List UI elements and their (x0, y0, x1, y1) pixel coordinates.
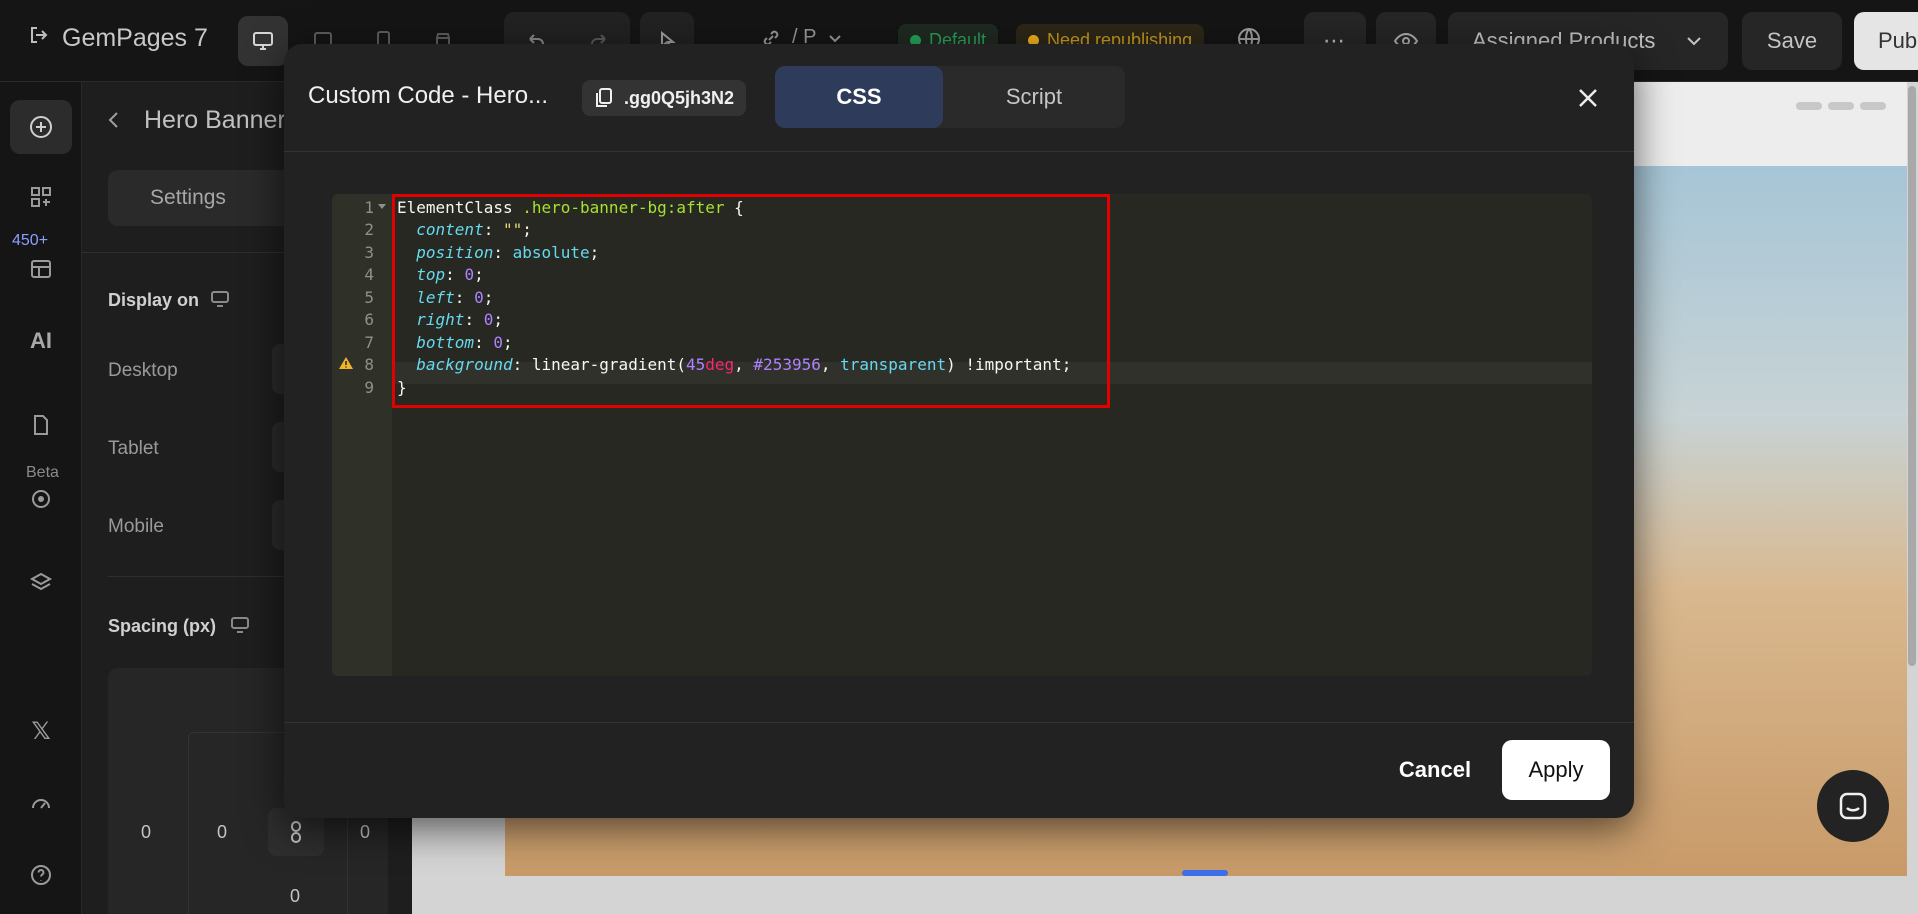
sections-button[interactable] (20, 176, 62, 218)
line-number: 5 (364, 288, 374, 307)
templates-button[interactable] (20, 248, 62, 290)
line-number: 9 (364, 378, 374, 397)
tablet-label: Tablet (108, 438, 159, 459)
help-button[interactable] (20, 854, 62, 896)
chevron-left-icon (108, 112, 118, 128)
app-logo[interactable]: GemPages 7 (28, 24, 208, 53)
back-button[interactable] (104, 108, 124, 137)
save-label: Save (1766, 28, 1818, 53)
layout-icon (31, 260, 51, 278)
copy-class-button[interactable]: .gg0Q5jh3N2 (582, 80, 747, 116)
desktop-icon (230, 616, 250, 639)
exit-icon[interactable] (28, 24, 50, 53)
speed-button[interactable] (20, 782, 62, 824)
desktop-icon (253, 32, 273, 50)
line-number: 7 (364, 333, 374, 352)
modal-title: Custom Code - Hero... (308, 82, 549, 109)
plus-circle-icon (30, 116, 52, 138)
tab-css[interactable]: CSS (775, 66, 943, 128)
desktop-icon (210, 290, 230, 313)
code-editor[interactable]: 1 2 3 4 5 6 7 8 9 ElementClass .hero-ban… (332, 194, 1592, 676)
x-button[interactable]: 𝕏 (20, 710, 62, 752)
layers-icon (29, 572, 53, 591)
help-icon (31, 865, 51, 885)
ai-button[interactable]: AI (20, 320, 62, 362)
publish-button[interactable]: Pub (1854, 12, 1918, 70)
class-name: .gg0Q5jh3N2 (624, 87, 735, 108)
custom-code-modal: Custom Code - Hero... .gg0Q5jh3N2 CSS Sc… (284, 44, 1634, 818)
tab-script[interactable]: Script (943, 66, 1125, 128)
line-number: 8 (364, 355, 374, 374)
apply-button[interactable]: Apply (1502, 740, 1610, 800)
x-icon: 𝕏 (31, 717, 51, 745)
padding-right-value[interactable]: 0 (360, 822, 370, 843)
padding-left-value[interactable]: 0 (217, 822, 227, 843)
close-button[interactable] (1570, 80, 1606, 116)
cancel-button[interactable]: Cancel (1380, 740, 1490, 800)
tab-settings[interactable]: Settings (108, 170, 268, 226)
save-button[interactable]: Save (1742, 12, 1842, 70)
code-highlight-box (392, 194, 1110, 408)
speedometer-icon (32, 799, 50, 809)
document-icon (34, 415, 48, 435)
section-handle[interactable] (1182, 870, 1228, 876)
code-type-tabs: CSS Script (775, 66, 1125, 128)
desktop-label: Desktop (108, 360, 178, 381)
chat-icon (1839, 792, 1867, 820)
ai-icon: AI (30, 328, 52, 353)
spacing-label: Spacing (px) (108, 616, 217, 636)
line-number: 2 (364, 220, 374, 239)
copy-icon (596, 88, 612, 107)
chevron-down-icon (1687, 37, 1701, 46)
line-number: 4 (364, 265, 374, 284)
app-name: GemPages 7 (62, 24, 208, 52)
desktop-view-button[interactable] (238, 16, 288, 66)
target-icon (32, 490, 50, 508)
line-number: 3 (364, 243, 374, 262)
line-number: 6 (364, 310, 374, 329)
line-number-gutter: 1 2 3 4 5 6 7 8 9 (332, 194, 392, 676)
line-number: 1 (364, 198, 374, 217)
layers-button[interactable] (20, 562, 62, 604)
margin-left-value[interactable]: 0 (141, 822, 151, 843)
canvas-scrollbar[interactable] (1908, 86, 1916, 666)
grid-icon (31, 187, 51, 207)
publish-label: Pub (1878, 28, 1918, 53)
padding-bottom-value[interactable]: 0 (290, 886, 300, 907)
add-element-button[interactable] (10, 100, 72, 154)
panel-title: Hero Banner (144, 106, 286, 134)
close-icon (1579, 89, 1597, 107)
fold-arrow-icon[interactable] (378, 204, 386, 209)
mobile-label: Mobile (108, 516, 164, 537)
link-icon (291, 821, 301, 843)
display-on-label: Display on (108, 290, 200, 310)
beta-feature-button[interactable] (20, 478, 62, 520)
chat-launcher-button[interactable] (1817, 770, 1889, 842)
pages-button[interactable] (20, 404, 62, 446)
canvas-placeholder-dots (1796, 102, 1886, 110)
